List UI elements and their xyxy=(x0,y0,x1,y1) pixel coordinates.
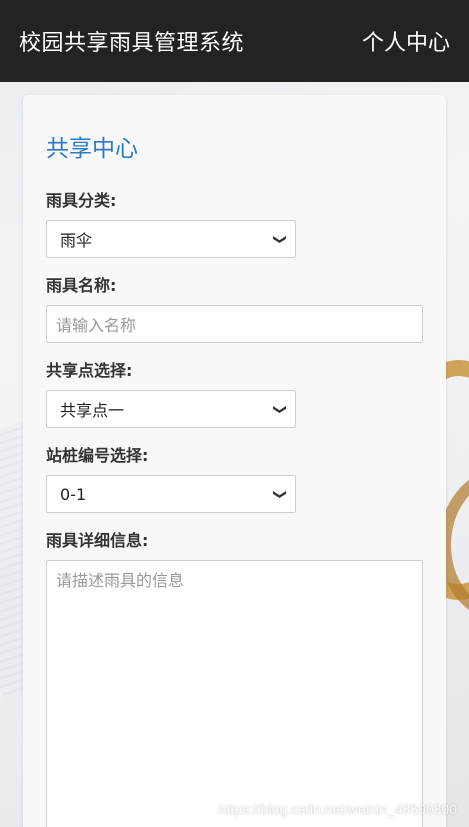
station-no-label: 站桩编号选择: xyxy=(46,446,149,465)
chevron-down-icon: ❯ xyxy=(272,488,288,500)
station-no-selected-value: 0-1 xyxy=(60,484,87,504)
share-center-card: 共享中心 雨具分类: 雨伞 ❯ 雨具名称: 请输入名称 共享点选择: 共享点一 … xyxy=(23,95,446,827)
watermark: https://blog.csdn.net/weixin_48500300 xyxy=(218,801,457,817)
detail-field: 雨具详细信息: 请描述雨具的信息 xyxy=(46,527,423,827)
category-field: 雨具分类: 雨伞 ❯ xyxy=(46,187,423,258)
chevron-down-icon: ❯ xyxy=(272,233,288,245)
detail-label: 雨具详细信息: xyxy=(46,531,149,550)
page-title: 共享中心 xyxy=(46,136,138,162)
category-selected-value: 雨伞 xyxy=(60,231,93,250)
share-point-select[interactable]: 共享点一 ❯ xyxy=(46,390,296,428)
name-field: 雨具名称: 请输入名称 xyxy=(46,272,423,343)
detail-textarea[interactable]: 请描述雨具的信息 xyxy=(46,560,423,827)
station-no-field: 站桩编号选择: 0-1 ❯ xyxy=(46,442,423,513)
name-label: 雨具名称: xyxy=(46,276,117,295)
chevron-down-icon: ❯ xyxy=(272,403,288,415)
share-point-field: 共享点选择: 共享点一 ❯ xyxy=(46,357,423,428)
user-center-link[interactable]: 个人中心 xyxy=(362,25,450,57)
share-point-selected-value: 共享点一 xyxy=(60,401,125,420)
share-point-label: 共享点选择: xyxy=(46,361,133,380)
detail-textarea-placeholder: 请描述雨具的信息 xyxy=(56,571,185,590)
app-brand[interactable]: 校园共享雨具管理系统 xyxy=(19,25,244,57)
name-input[interactable]: 请输入名称 xyxy=(46,305,423,343)
station-no-select[interactable]: 0-1 ❯ xyxy=(46,475,296,513)
category-label: 雨具分类: xyxy=(46,191,117,210)
name-input-placeholder: 请输入名称 xyxy=(56,316,137,335)
top-navbar: 校园共享雨具管理系统 个人中心 xyxy=(0,0,469,82)
category-select[interactable]: 雨伞 ❯ xyxy=(46,220,296,258)
